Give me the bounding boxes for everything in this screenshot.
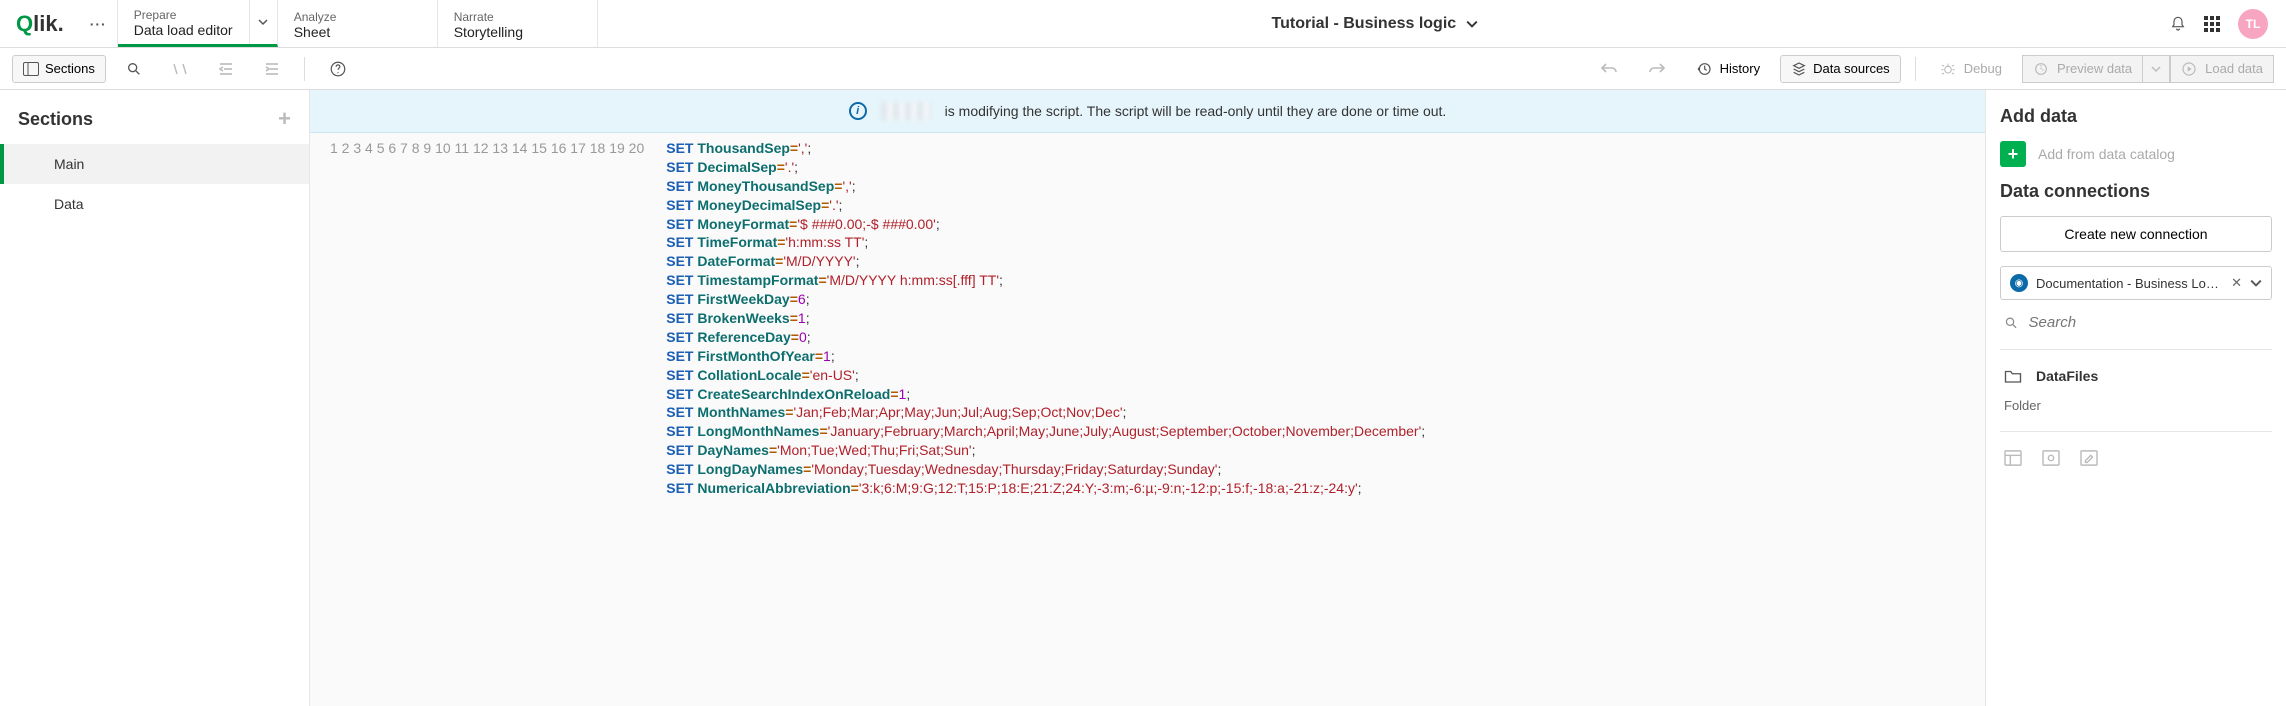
data-sources-label: Data sources bbox=[1813, 61, 1890, 76]
connection-icon: ◉ bbox=[2010, 274, 2028, 292]
add-data-heading: Add data bbox=[2000, 106, 2272, 127]
chevron-down-icon bbox=[1466, 18, 1478, 30]
top-bar: Qlik. ··· Prepare Data load editor Analy… bbox=[0, 0, 2286, 48]
help-icon[interactable] bbox=[319, 55, 357, 83]
nav-prepare-main: Data load editor bbox=[134, 22, 241, 38]
panel-icon bbox=[23, 61, 39, 77]
nav-narrate-sup: Narrate bbox=[454, 10, 573, 24]
search-input[interactable] bbox=[2029, 314, 2272, 331]
logo-rest: lik bbox=[33, 11, 57, 37]
toolbar: Sections History Data sources Debug Prev… bbox=[0, 48, 2286, 90]
plus-icon: + bbox=[2000, 141, 2026, 167]
logo[interactable]: Qlik. bbox=[0, 0, 80, 47]
apps-grid-icon[interactable] bbox=[2204, 16, 2220, 32]
sidebar-header: Sections + bbox=[0, 90, 309, 144]
bell-icon[interactable] bbox=[2170, 16, 2186, 32]
folder-label: Folder bbox=[2000, 398, 2272, 413]
preview-dropdown[interactable] bbox=[2142, 55, 2170, 83]
select-data-icon[interactable] bbox=[2004, 450, 2022, 466]
code-area[interactable]: SET ThousandSep=','; SET DecimalSep='.';… bbox=[656, 133, 1435, 706]
preview-data-label: Preview data bbox=[2057, 61, 2132, 76]
search-icon bbox=[2004, 315, 2019, 331]
outdent-icon[interactable] bbox=[208, 57, 244, 81]
data-connections-heading: Data connections bbox=[2000, 181, 2272, 202]
nav-analyze-main: Sheet bbox=[294, 24, 413, 40]
add-section-icon[interactable]: + bbox=[278, 106, 291, 132]
nav-prepare-sup: Prepare bbox=[134, 8, 241, 22]
nav-narrate[interactable]: Narrate Storytelling bbox=[438, 0, 598, 47]
sections-toggle-button[interactable]: Sections bbox=[12, 55, 106, 83]
main: Sections + Main Data i is modifying the … bbox=[0, 90, 2286, 706]
connection-actions bbox=[2000, 450, 2272, 466]
info-icon: i bbox=[849, 102, 867, 120]
script-editor[interactable]: 1 2 3 4 5 6 7 8 9 10 11 12 13 14 15 16 1… bbox=[310, 133, 1985, 706]
sidebar-item-label: Data bbox=[54, 196, 84, 212]
sidebar-title: Sections bbox=[18, 109, 93, 130]
chevron-down-icon[interactable] bbox=[249, 0, 277, 44]
debug-label: Debug bbox=[1964, 61, 2002, 76]
indent-icon[interactable] bbox=[254, 57, 290, 81]
load-data-button[interactable]: Load data bbox=[2170, 55, 2274, 83]
alert-text: is modifying the script. The script will… bbox=[945, 103, 1447, 119]
redo-icon[interactable] bbox=[1638, 57, 1676, 81]
topbar-right: TL bbox=[2152, 0, 2286, 47]
preview-data-button[interactable]: Preview data bbox=[2022, 55, 2142, 83]
data-sources-button[interactable]: Data sources bbox=[1780, 55, 1901, 83]
load-data-label: Load data bbox=[2205, 61, 2263, 76]
logo-accent: Q bbox=[16, 11, 33, 37]
add-from-catalog-button[interactable]: + Add from data catalog bbox=[2000, 141, 2272, 167]
undo-icon[interactable] bbox=[1590, 57, 1628, 81]
sidebar-item-main[interactable]: Main bbox=[0, 144, 309, 184]
app-title-text: Tutorial - Business logic bbox=[1272, 15, 1457, 33]
history-button[interactable]: History bbox=[1686, 56, 1770, 82]
connection-name: Documentation - Business Logic ... bbox=[2036, 276, 2223, 291]
debug-button[interactable]: Debug bbox=[1930, 56, 2012, 82]
nav-prepare[interactable]: Prepare Data load editor bbox=[118, 0, 278, 47]
create-conn-label: Create new connection bbox=[2064, 226, 2207, 242]
comment-icon[interactable] bbox=[162, 57, 198, 81]
sidebar-item-data[interactable]: Data bbox=[0, 184, 309, 224]
user-redacted bbox=[881, 102, 931, 120]
sections-label: Sections bbox=[45, 61, 95, 76]
datafiles-label: DataFiles bbox=[2036, 368, 2098, 384]
readonly-alert: i is modifying the script. The script wi… bbox=[310, 90, 1985, 133]
edit-connection-icon[interactable] bbox=[2080, 450, 2098, 466]
add-catalog-label: Add from data catalog bbox=[2038, 146, 2175, 162]
datafiles-row[interactable]: DataFiles bbox=[2000, 368, 2272, 384]
insert-script-icon[interactable] bbox=[2042, 450, 2060, 466]
nav-narrate-main: Storytelling bbox=[454, 24, 573, 40]
folder-icon bbox=[2004, 368, 2022, 384]
connection-search[interactable] bbox=[2000, 314, 2272, 331]
editor-pane: i is modifying the script. The script wi… bbox=[310, 90, 1986, 706]
create-connection-button[interactable]: Create new connection bbox=[2000, 216, 2272, 252]
line-gutter: 1 2 3 4 5 6 7 8 9 10 11 12 13 14 15 16 1… bbox=[310, 133, 656, 706]
search-icon[interactable] bbox=[116, 56, 152, 82]
avatar[interactable]: TL bbox=[2238, 9, 2268, 39]
app-title[interactable]: Tutorial - Business logic bbox=[598, 0, 2152, 47]
chevron-down-icon[interactable] bbox=[2250, 277, 2262, 289]
close-icon[interactable]: ✕ bbox=[2231, 275, 2242, 291]
sidebar-item-label: Main bbox=[54, 156, 84, 172]
app-menu-icon[interactable]: ··· bbox=[80, 0, 117, 47]
right-panel: Add data + Add from data catalog Data co… bbox=[1986, 90, 2286, 706]
connection-item[interactable]: ◉ Documentation - Business Logic ... ✕ bbox=[2000, 266, 2272, 300]
nav-analyze-sup: Analyze bbox=[294, 10, 413, 24]
history-label: History bbox=[1720, 61, 1760, 76]
sections-sidebar: Sections + Main Data bbox=[0, 90, 310, 706]
nav-analyze[interactable]: Analyze Sheet bbox=[278, 0, 438, 47]
